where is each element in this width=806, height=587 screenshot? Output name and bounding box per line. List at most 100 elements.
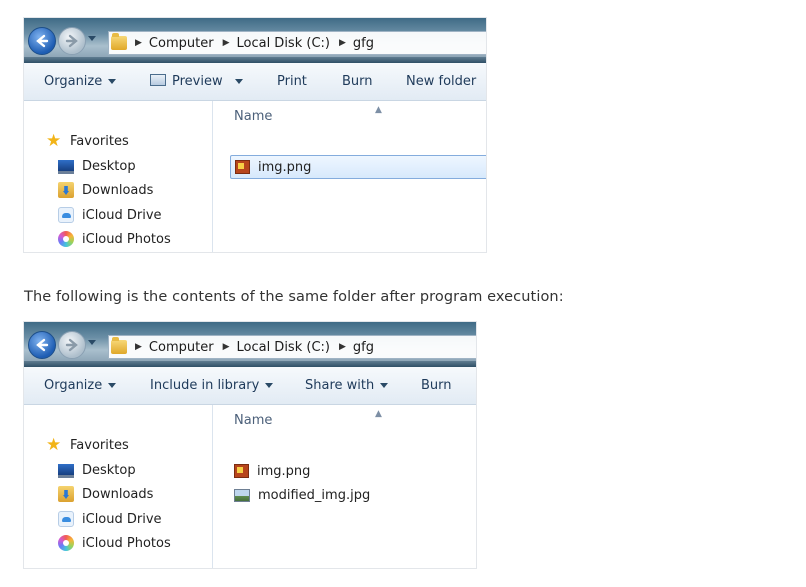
burn-button[interactable]: Burn	[421, 378, 452, 393]
forward-arrow-icon	[65, 34, 78, 48]
breadcrumb-gfg[interactable]: gfg	[353, 340, 374, 355]
file-row-img-png[interactable]: img.png	[230, 155, 486, 179]
recent-pages-dropdown[interactable]	[88, 340, 96, 345]
include-in-library-menu[interactable]: Include in library	[150, 378, 274, 393]
chevron-down-icon	[265, 383, 274, 388]
explorer-window-before: ▶ Computer ▶ Local Disk (C:) ▶ gfg Organ…	[24, 18, 486, 252]
downloads-folder-icon	[58, 486, 74, 502]
name-column-header[interactable]: Name	[234, 109, 272, 124]
png-file-icon	[234, 464, 249, 478]
nav-label: Desktop	[82, 158, 136, 174]
breadcrumb-separator[interactable]: ▶	[339, 38, 346, 48]
chevron-down-icon	[380, 383, 389, 388]
breadcrumb-separator[interactable]: ▶	[339, 342, 346, 352]
organize-menu[interactable]: Organize	[44, 378, 117, 393]
back-arrow-icon	[36, 338, 49, 352]
jpg-file-icon	[234, 488, 250, 502]
breadcrumb[interactable]: ▶ Computer ▶ Local Disk (C:) ▶ gfg	[108, 31, 486, 55]
breadcrumb-separator[interactable]: ▶	[135, 38, 142, 48]
nav-label: Desktop	[82, 462, 136, 478]
file-name: modified_img.jpg	[258, 487, 371, 503]
folder-icon	[111, 33, 127, 50]
photos-icon	[58, 535, 74, 551]
file-list: Name ▲ img.png	[213, 101, 486, 252]
nav-label: Downloads	[82, 486, 154, 502]
new-folder-button[interactable]: New folder	[406, 74, 476, 89]
file-list: Name ▲ img.png modified_img.jpg	[213, 405, 476, 568]
photos-icon	[58, 231, 74, 247]
desktop-icon	[58, 160, 74, 174]
breadcrumb-separator[interactable]: ▶	[135, 342, 142, 352]
nav-favorites[interactable]: ★ Favorites	[46, 435, 129, 455]
breadcrumb-separator[interactable]: ▶	[223, 38, 230, 48]
organize-menu[interactable]: Organize	[44, 74, 117, 89]
nav-icloud-photos[interactable]: iCloud Photos	[58, 535, 171, 551]
recent-pages-dropdown[interactable]	[88, 36, 96, 41]
file-row-img-png[interactable]: img.png	[234, 461, 310, 481]
print-button[interactable]: Print	[277, 74, 307, 89]
explorer-window-after: ▶ Computer ▶ Local Disk (C:) ▶ gfg Organ…	[24, 322, 476, 568]
breadcrumb-local-disk[interactable]: Local Disk (C:)	[236, 340, 329, 355]
forward-arrow-icon	[65, 338, 78, 352]
star-icon: ★	[46, 131, 62, 151]
preview-menu[interactable]: Preview	[150, 74, 243, 89]
back-button[interactable]	[28, 331, 56, 359]
nav-icloud-photos[interactable]: iCloud Photos	[58, 231, 171, 247]
sort-ascending-icon: ▲	[375, 105, 382, 115]
nav-downloads[interactable]: Downloads	[58, 486, 153, 502]
back-arrow-icon	[36, 34, 49, 48]
breadcrumb[interactable]: ▶ Computer ▶ Local Disk (C:) ▶ gfg	[108, 335, 476, 359]
desktop-icon	[58, 464, 74, 478]
nav-icloud-drive[interactable]: iCloud Drive	[58, 207, 162, 223]
nav-favorites[interactable]: ★ Favorites	[46, 131, 129, 151]
nav-label: iCloud Drive	[82, 207, 162, 223]
nav-label: iCloud Photos	[82, 231, 171, 247]
preview-label: Preview	[172, 74, 223, 89]
chevron-down-icon	[108, 383, 117, 388]
share-with-menu[interactable]: Share with	[305, 378, 389, 393]
breadcrumb-computer[interactable]: Computer	[149, 340, 214, 355]
file-name: img.png	[258, 159, 312, 175]
file-name: img.png	[257, 463, 311, 479]
caption-text: The following is the contents of the sam…	[24, 289, 564, 305]
cloud-icon	[58, 511, 74, 527]
nav-desktop[interactable]: Desktop	[58, 158, 136, 174]
include-in-library-label: Include in library	[150, 378, 260, 393]
burn-button[interactable]: Burn	[342, 74, 373, 89]
forward-button[interactable]	[58, 27, 86, 55]
navigation-pane: ★ Favorites Desktop Downloads iCloud Dri…	[24, 405, 213, 568]
star-icon: ★	[46, 435, 62, 455]
cloud-icon	[58, 207, 74, 223]
organize-label: Organize	[44, 74, 103, 89]
nav-label: iCloud Drive	[82, 511, 162, 527]
share-with-label: Share with	[305, 378, 375, 393]
name-column-header[interactable]: Name	[234, 413, 272, 428]
back-button[interactable]	[28, 27, 56, 55]
preview-icon	[150, 74, 166, 86]
nav-label: Downloads	[82, 182, 154, 198]
command-bar: Organize Preview Print Burn New folder	[24, 63, 486, 101]
breadcrumb-computer[interactable]: Computer	[149, 36, 214, 51]
breadcrumb-local-disk[interactable]: Local Disk (C:)	[236, 36, 329, 51]
chevron-down-icon	[108, 79, 117, 84]
nav-desktop[interactable]: Desktop	[58, 462, 136, 478]
navigation-pane: ★ Favorites Desktop Downloads iCloud Dri…	[24, 101, 213, 252]
nav-label: Favorites	[70, 133, 129, 149]
nav-downloads[interactable]: Downloads	[58, 182, 153, 198]
nav-label: Favorites	[70, 437, 129, 453]
breadcrumb-gfg[interactable]: gfg	[353, 36, 374, 51]
nav-icloud-drive[interactable]: iCloud Drive	[58, 511, 162, 527]
organize-label: Organize	[44, 378, 103, 393]
nav-label: iCloud Photos	[82, 535, 171, 551]
sort-ascending-icon: ▲	[375, 409, 382, 419]
folder-icon	[111, 337, 127, 354]
chevron-down-icon	[234, 79, 243, 84]
downloads-folder-icon	[58, 182, 74, 198]
command-bar: Organize Include in library Share with B…	[24, 367, 476, 405]
file-row-modified-img-jpg[interactable]: modified_img.jpg	[234, 485, 370, 505]
breadcrumb-separator[interactable]: ▶	[223, 342, 230, 352]
png-file-icon	[235, 160, 250, 174]
address-bar: ▶ Computer ▶ Local Disk (C:) ▶ gfg	[24, 18, 486, 63]
address-bar: ▶ Computer ▶ Local Disk (C:) ▶ gfg	[24, 322, 476, 367]
forward-button[interactable]	[58, 331, 86, 359]
